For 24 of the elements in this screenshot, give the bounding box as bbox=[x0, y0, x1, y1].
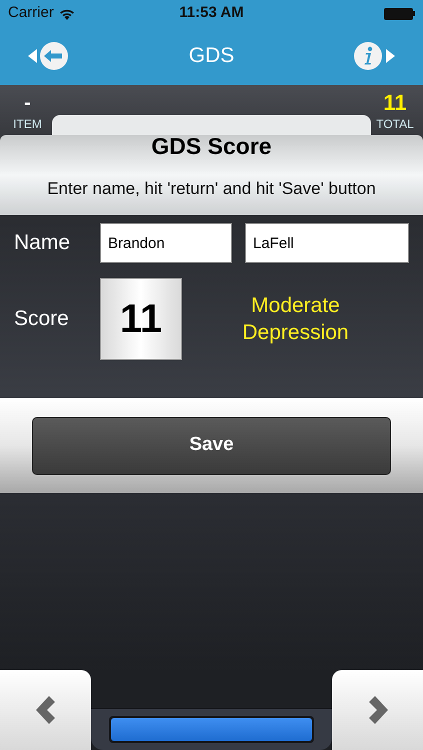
first-name-field[interactable]: Brandon bbox=[100, 223, 232, 263]
chevron-left-icon bbox=[34, 695, 56, 725]
item-value: - bbox=[24, 91, 31, 115]
chevron-right-icon bbox=[366, 695, 388, 725]
clock: 11:53 AM bbox=[179, 3, 244, 24]
wifi-icon bbox=[58, 8, 75, 20]
info-icon[interactable] bbox=[352, 41, 397, 71]
item-label: ITEM bbox=[13, 116, 42, 133]
instruction-text: Enter name, hit 'return' and hit 'Save' button bbox=[47, 178, 376, 200]
battery-icon bbox=[384, 8, 416, 20]
card-title: GDS Score bbox=[151, 132, 272, 161]
total-value: 11 bbox=[383, 91, 407, 115]
name-label: Name bbox=[14, 230, 72, 256]
save-button[interactable]: Save bbox=[32, 416, 391, 474]
score-display: 11 bbox=[100, 278, 182, 360]
carrier-label: Carrier bbox=[8, 3, 54, 24]
previous-button[interactable] bbox=[0, 670, 91, 750]
last-name-field[interactable]: LaFell bbox=[245, 223, 409, 263]
total-label: TOTAL bbox=[376, 116, 414, 133]
result-text: Moderate Depression bbox=[241, 293, 350, 346]
nav-title: GDS bbox=[188, 43, 234, 70]
score-label: Score bbox=[14, 306, 70, 332]
next-button[interactable] bbox=[332, 670, 423, 750]
back-icon[interactable] bbox=[26, 41, 70, 71]
